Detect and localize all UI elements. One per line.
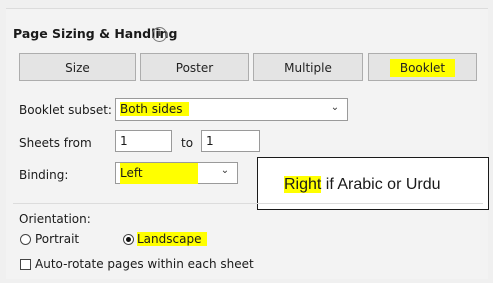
multiple-button[interactable]: Multiple xyxy=(253,53,363,81)
chevron-down-icon[interactable]: ⌄ xyxy=(328,102,342,113)
booklet-subset-value: Both sides xyxy=(120,102,189,116)
sheets-from-input[interactable]: 1 xyxy=(115,130,172,152)
note-highlight: Right xyxy=(284,176,322,193)
portrait-label: Portrait xyxy=(35,232,80,246)
size-button[interactable]: Size xyxy=(19,53,136,81)
booklet-button[interactable]: Booklet xyxy=(368,53,477,81)
chevron-down-icon[interactable]: ⌄ xyxy=(218,165,232,176)
sheets-to-input[interactable]: 1 xyxy=(201,130,260,152)
sheets-from-label: Sheets from xyxy=(19,136,92,150)
info-icon[interactable]: i xyxy=(152,27,167,42)
orientation-label: Orientation: xyxy=(19,212,91,226)
binding-label: Binding: xyxy=(19,168,69,182)
note-text: if Arabic or Urdu xyxy=(321,176,441,193)
auto-rotate-label: Auto-rotate pages within each sheet xyxy=(35,257,254,271)
booklet-subset-label: Booklet subset: xyxy=(19,103,112,117)
binding-value: Left xyxy=(120,163,198,184)
booklet-label: Booklet xyxy=(389,59,456,77)
poster-button[interactable]: Poster xyxy=(140,53,249,81)
divider xyxy=(13,203,483,204)
booklet-subset-select[interactable]: Both sides xyxy=(115,98,348,121)
portrait-radio[interactable] xyxy=(20,234,31,245)
landscape-radio[interactable] xyxy=(123,234,134,245)
landscape-label: Landscape xyxy=(137,232,208,246)
sheets-to-label: to xyxy=(181,136,194,150)
auto-rotate-checkbox[interactable] xyxy=(20,259,31,270)
